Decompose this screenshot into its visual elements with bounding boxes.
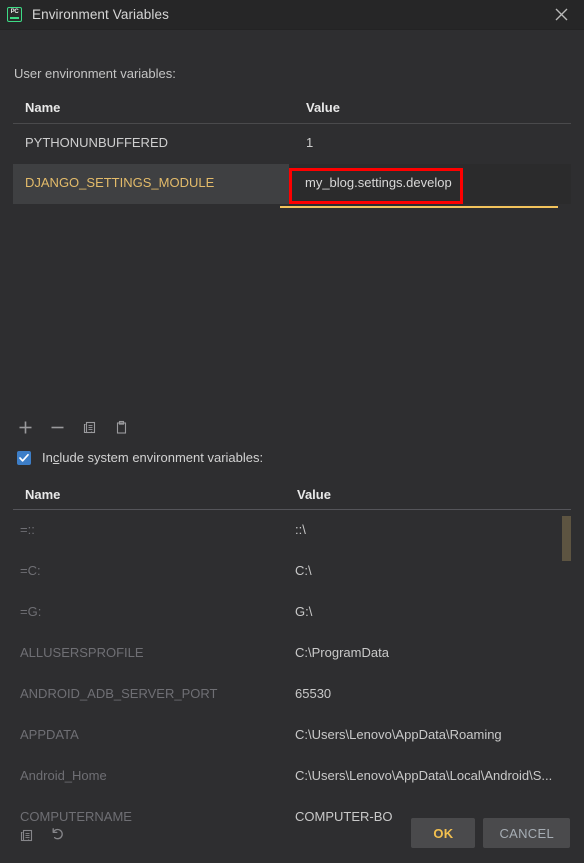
list-item[interactable]: =G: G:\ [13,592,571,633]
cell-name: ALLUSERSPROFILE [20,645,144,660]
cell-name: APPDATA [20,727,79,742]
cell-value: G:\ [295,604,313,619]
close-icon[interactable] [539,0,584,29]
cancel-button[interactable]: CANCEL [483,818,570,848]
value-edit-text: my_blog.settings.develop [305,175,452,190]
user-table-header: Name Value [13,94,571,124]
include-label-suffix: lude system environment variables: [59,450,264,465]
list-item[interactable]: APPDATA C:\Users\Lenovo\AppData\Roaming [13,715,571,756]
paste-icon[interactable] [110,416,132,438]
user-col-header-name[interactable]: Name [25,100,60,115]
cell-name: Android_Home [20,768,107,783]
cell-value: C:\Users\Lenovo\AppData\Roaming [295,727,502,742]
cell-value: C:\ProgramData [295,645,389,660]
system-table-rows: =:: ::\ =C: C:\ =G: G:\ ALLUSERSPROFILE … [13,510,571,823]
cell-value: ::\ [295,522,306,537]
user-col-header-value[interactable]: Value [306,100,340,115]
title-bar: PC Environment Variables [0,0,584,30]
pycharm-icon: PC [7,7,22,22]
user-env-toolbar [14,416,132,438]
user-env-table[interactable]: Name Value PYTHONUNBUFFERED 1 DJANGO_SET… [13,94,571,411]
cell-name: DJANGO_SETTINGS_MODULE [25,175,215,190]
table-row[interactable]: DJANGO_SETTINGS_MODULE my_blog.settings.… [13,164,571,204]
include-system-env-checkbox-row[interactable]: Include system environment variables: [17,450,263,465]
system-table-scrollbar[interactable] [562,510,571,823]
remove-variable-button[interactable] [46,416,68,438]
cell-name: =:: [20,522,35,537]
cell-name: =C: [20,563,41,578]
dialog-content: User environment variables: Name Value P… [0,30,584,863]
include-system-env-label: Include system environment variables: [42,450,263,465]
user-env-section-label: User environment variables: [14,66,176,81]
cell-value: 65530 [295,686,332,701]
system-col-header-name[interactable]: Name [25,487,60,502]
copy-icon[interactable] [78,416,100,438]
ok-button[interactable]: OK [411,818,476,848]
edit-field-underline [280,206,558,208]
system-col-header-value[interactable]: Value [297,487,331,502]
cell-name: ANDROID_ADB_SERVER_PORT [20,686,218,701]
scrollbar-thumb[interactable] [562,516,571,561]
system-env-table[interactable]: Name Value =:: ::\ =C: C:\ =G: G:\ ALLUS… [13,481,571,823]
include-label-prefix: In [42,450,53,465]
list-item[interactable]: Android_Home C:\Users\Lenovo\AppData\Loc… [13,756,571,797]
environment-variables-dialog: PC Environment Variables User environmen… [0,0,584,863]
system-table-header: Name Value [13,481,571,510]
window-title: Environment Variables [32,7,169,22]
cell-value: C:\Users\Lenovo\AppData\Local\Android\S.… [295,768,553,783]
list-item[interactable]: ALLUSERSPROFILE C:\ProgramData [13,633,571,674]
dialog-footer: OK CANCEL [0,803,584,863]
add-variable-button[interactable] [14,416,36,438]
value-edit-field[interactable]: my_blog.settings.develop [289,164,571,204]
include-system-env-checkbox[interactable] [17,450,31,465]
cell-value: 1 [306,135,314,150]
list-item[interactable]: ANDROID_ADB_SERVER_PORT 65530 [13,674,571,715]
list-item[interactable]: =:: ::\ [13,510,571,551]
cell-name: =G: [20,604,42,619]
pycharm-icon-label: PC [10,9,19,15]
list-item[interactable]: =C: C:\ [13,551,571,592]
table-row[interactable]: PYTHONUNBUFFERED 1 [13,124,571,164]
cell-value: C:\ [295,563,312,578]
cell-name: PYTHONUNBUFFERED [25,135,169,150]
